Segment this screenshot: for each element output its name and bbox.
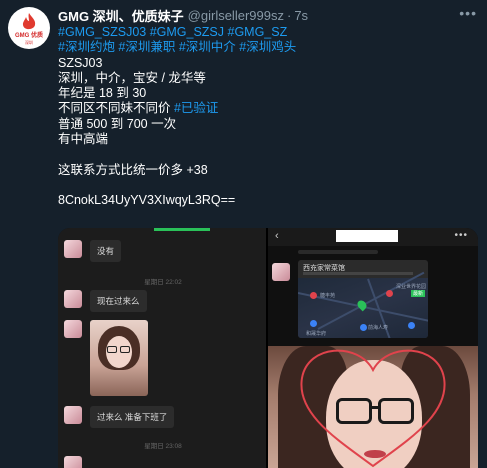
hashtag-link[interactable]: #GMG_SZSJ03 #GMG_SZSJ #GMG_SZ [58,25,287,39]
tweet-text-span: SZSJ03 [58,55,103,70]
tweet-line: 有中高端 [58,132,478,147]
more-icon[interactable]: ••• [459,6,477,20]
tweet-text-span: 这联系方式比统一价多 +38 [58,162,208,177]
tweet-text-span: 8CnokL34UyYV3XIwqyL3RQ== [58,193,236,208]
chat-message: 过来么 准备下班了 [64,406,175,428]
hashtag-link[interactable]: #已验证 [174,101,218,115]
avatar[interactable]: GMG 优质 深圳 [8,7,50,49]
chat-timestamp: 星期日 22:02 [144,279,182,286]
user-handle[interactable]: @girlseller999sz [188,8,284,23]
location-address [303,272,413,275]
blurred-text [298,250,378,254]
display-name[interactable]: GMG 深圳、优质妹子 [58,6,184,25]
back-arrow-icon: ‹ [275,230,279,242]
avatar-text: GMG 优质 [15,32,43,39]
chat-avatar [64,456,82,468]
chat-avatar [64,290,82,308]
tweet-line: 普通 500 到 700 一次 [58,117,478,132]
tweet-line [58,178,478,193]
map-tag: 最新 [410,290,425,297]
heart-drawing-icon [300,349,446,468]
chat-avatar [64,240,82,258]
hashtag-link[interactable]: #深圳约炮 #深圳兼职 #深圳中介 #深圳鸡头 [58,40,296,54]
chat-message: 没有 [64,240,122,262]
location-card: 西充家常菜馆 糖丰苑 深业世界花园 和晟华府 前海人寿 最新 [298,260,428,338]
media-attachment[interactable]: 没有 星期日 22:02 现在过来么 过来么 准备下班了 星期日 23:08 ‹… [58,228,478,468]
map-label: 前海人寿 [368,325,389,331]
map-label: 糖丰苑 [320,293,336,299]
avatar-subtext: 深圳 [25,39,33,45]
flame-logo-icon [22,12,36,29]
chat-bubble: 现在过来么 [90,290,147,312]
tweet-line [58,147,478,162]
tweet-line: 不同区不同妹不同价 #已验证 [58,101,478,116]
timestamp[interactable]: 7s [294,8,308,23]
tweet-line: #GMG_SZSJ03 #GMG_SZSJ #GMG_SZ [58,25,478,40]
tweet-text-span: 有中高端 [58,132,109,147]
chat-timestamp: 星期日 23:08 [144,443,182,450]
tweet-line: 年纪是 18 到 30 [58,86,478,101]
chat-message: 现在过来么 [64,290,147,312]
chat-bubble: 过来么 准备下班了 [90,406,175,428]
tweet-text-span: 不同区不同妹不同价 [58,101,174,116]
tweet-line: #深圳约炮 #深圳兼职 #深圳中介 #深圳鸡头 [58,40,478,55]
separator-dot: · [286,7,292,23]
tweet[interactable]: GMG 优质 深圳 GMG 深圳、优质妹子 @girlseller999sz ·… [0,0,487,468]
chat-avatar [272,263,290,281]
tweet-line: 深圳，中介，宝安 / 龙华等 [58,71,478,86]
tweet-text-span: 普通 500 到 700 一次 [58,116,177,131]
chat-top-bar [154,228,210,231]
tweet-line: 这联系方式比统一价多 +38 [58,163,478,178]
chat-message [64,320,148,396]
redacted-title [336,230,398,242]
ellipsis-icon: ••• [454,230,468,241]
chat-screenshot[interactable]: 没有 星期日 22:02 现在过来么 过来么 准备下班了 星期日 23:08 [58,228,268,468]
chat-message [64,456,82,468]
tweet-line: 8CnokL34UyYV3XIwqyL3RQ== [58,193,478,208]
tweet-text-span: 深圳，中介，宝安 / 龙华等 [58,70,206,85]
map-label: 深业世界花园 [396,284,427,290]
tweet-text-span: 年纪是 18 到 30 [58,86,147,101]
chat-photo [90,320,148,396]
tweet-line: SZSJ03 [58,56,478,71]
tweet-text: #GMG_SZSJ03 #GMG_SZSJ #GMG_SZ #深圳约炮 #深圳兼职… [58,25,478,209]
chat-avatar [64,406,82,424]
map-label: 和晟华府 [306,331,327,337]
tweet-header: GMG 深圳、优质妹子 @girlseller999sz · 7s [58,6,458,24]
chat-bubble: 没有 [90,240,122,262]
phone-screenshot[interactable]: ‹ ••• 西充家常菜馆 糖丰苑 深业世界花园 和晟华府 前海人寿 最新 [268,228,478,468]
chat-avatar [64,320,82,338]
